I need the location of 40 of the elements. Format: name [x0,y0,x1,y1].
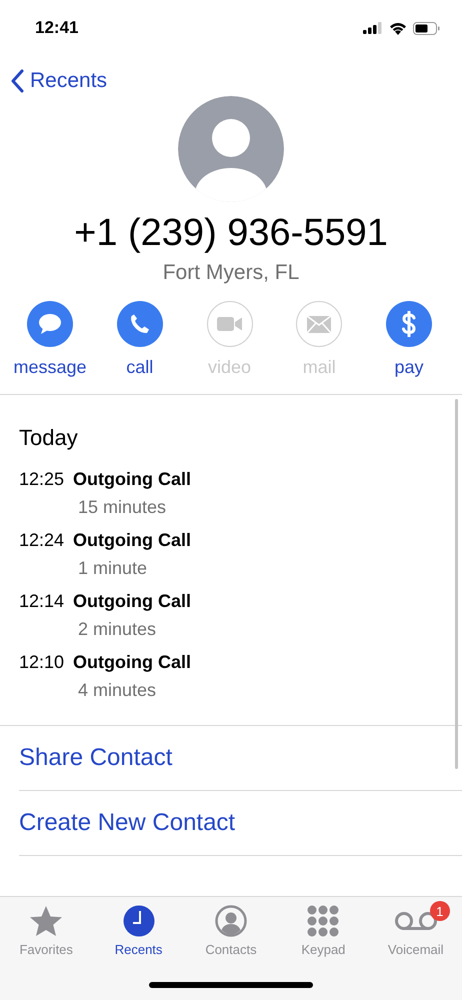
call-type: Outgoing Call [73,591,192,612]
back-button[interactable]: Recents [10,69,108,93]
tab-item[interactable]: Recents [94,904,184,957]
phone-icon [128,313,151,335]
call-duration: 15 minutes [78,497,168,518]
clock-icon [122,905,155,937]
pay-action-button[interactable]: pay [367,301,451,378]
keypad-icon [307,905,340,937]
call-time: 12:24 [19,530,64,551]
contact-link[interactable]: Create New Contact [19,809,236,837]
voicemail-icon [394,911,438,931]
call-time: 12:14 [19,591,64,612]
phone-number: +1 (239) 936-5591 [74,212,388,255]
call-time: 12:25 [19,469,64,490]
battery-icon [413,22,440,34]
call-duration: 4 minutes [78,680,158,701]
star-icon [29,905,64,937]
call-time: 12:10 [19,652,64,673]
call-type: Outgoing Call [73,469,192,490]
location-label: Fort Myers, FL [162,261,300,285]
envelope-icon [307,316,332,332]
signal-icon [363,22,383,34]
call-type: Outgoing Call [73,652,192,673]
section-heading: Today [19,425,79,451]
message-action-button[interactable]: message [8,301,92,378]
notification-badge: 1 [430,901,450,921]
contact-link[interactable]: Share Contact [19,744,172,772]
speech-bubble-icon [38,313,62,335]
person-circle-icon [214,905,247,937]
wifi-icon [389,22,407,34]
tab-item[interactable]: 1 Voicemail [370,904,461,957]
call-duration: 2 minutes [78,619,158,640]
avatar-icon [178,96,284,202]
dollar-icon [401,311,417,337]
call-duration: 1 minute [78,558,148,579]
video-camera-icon [216,316,242,332]
chevron-icon [10,69,24,93]
status-time: 12:41 [35,18,78,38]
call-type: Outgoing Call [73,530,192,551]
call-action-button[interactable]: call [98,301,182,378]
